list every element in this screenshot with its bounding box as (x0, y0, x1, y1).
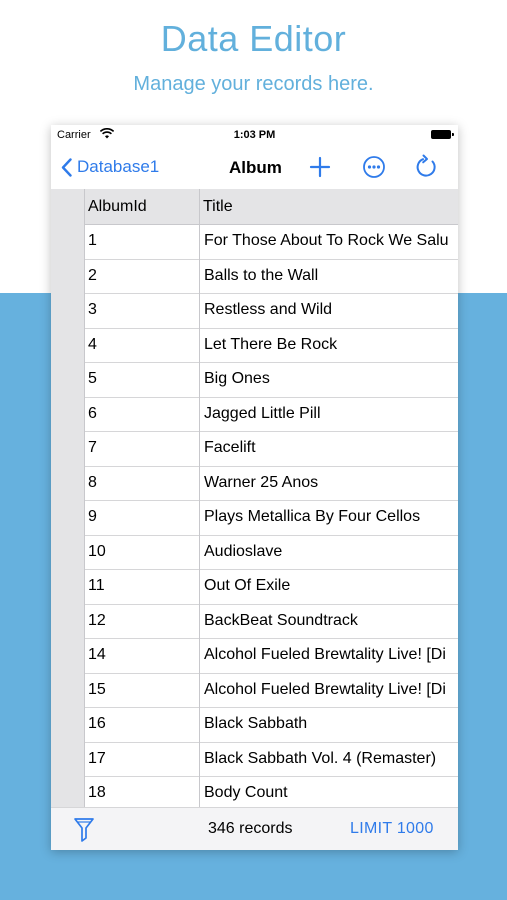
filter-button[interactable] (73, 817, 95, 848)
table-row[interactable]: 12 BackBeat Soundtrack (51, 603, 458, 639)
cell-title[interactable]: Let There Be Rock (204, 328, 458, 362)
plus-icon (309, 156, 331, 178)
table-row[interactable]: 4 Let There Be Rock (51, 327, 458, 363)
cell-title[interactable]: Body Count (204, 776, 458, 810)
table-row[interactable]: 17 Black Sabbath Vol. 4 (Remaster) (51, 741, 458, 777)
column-header-albumid[interactable]: AlbumId (88, 189, 147, 224)
row-selector[interactable] (51, 707, 84, 742)
cell-albumid[interactable]: 12 (88, 604, 198, 638)
add-button[interactable] (306, 153, 334, 181)
cell-title[interactable]: For Those About To Rock We Salu (204, 224, 458, 258)
table-row[interactable]: 7 Facelift (51, 431, 458, 467)
cell-title[interactable]: Big Ones (204, 362, 458, 396)
cell-title[interactable]: BackBeat Soundtrack (204, 604, 458, 638)
cell-title[interactable]: Jagged Little Pill (204, 397, 458, 431)
table-row[interactable]: 14 Alcohol Fueled Brewtality Live! [Di (51, 638, 458, 674)
cell-title[interactable]: Restless and Wild (204, 293, 458, 327)
cell-albumid[interactable]: 14 (88, 638, 198, 672)
table-row[interactable]: 6 Jagged Little Pill (51, 396, 458, 432)
row-selector[interactable] (51, 672, 84, 707)
cell-albumid[interactable]: 15 (88, 673, 198, 707)
record-count: 346 records (208, 820, 293, 837)
row-selector[interactable] (51, 500, 84, 535)
cell-title[interactable]: Black Sabbath Vol. 4 (Remaster) (204, 742, 458, 776)
row-selector[interactable] (51, 362, 84, 397)
cell-title[interactable]: Balls to the Wall (204, 259, 458, 293)
cell-title[interactable]: Alcohol Fueled Brewtality Live! [Di (204, 638, 458, 672)
row-selector[interactable] (51, 224, 84, 259)
filter-icon (74, 818, 94, 842)
table-row[interactable]: 16 Black Sabbath (51, 707, 458, 743)
table-row[interactable]: 3 Restless and Wild (51, 293, 458, 329)
row-selector[interactable] (51, 431, 84, 466)
cell-albumid[interactable]: 3 (88, 293, 198, 327)
status-bar: Carrier 1:03 PM (51, 125, 458, 145)
row-selector[interactable] (51, 465, 84, 500)
cell-albumid[interactable]: 4 (88, 328, 198, 362)
cell-albumid[interactable]: 6 (88, 397, 198, 431)
cell-albumid[interactable]: 1 (88, 224, 198, 258)
cell-albumid[interactable]: 11 (88, 569, 198, 603)
table-row[interactable]: 10 Audioslave (51, 534, 458, 570)
row-selector[interactable] (51, 396, 84, 431)
cell-albumid[interactable]: 9 (88, 500, 198, 534)
table-row[interactable]: 1 For Those About To Rock We Salu (51, 224, 458, 260)
back-button[interactable]: Database1 (61, 157, 159, 177)
promo-title: Data Editor (160, 18, 347, 59)
cell-title[interactable]: Audioslave (204, 535, 458, 569)
cell-title[interactable]: Alcohol Fueled Brewtality Live! [Di (204, 673, 458, 707)
column-header-title[interactable]: Title (203, 189, 233, 224)
row-selector[interactable] (51, 534, 84, 569)
table-row[interactable]: 2 Balls to the Wall (51, 258, 458, 294)
cell-albumid[interactable]: 2 (88, 259, 198, 293)
row-selector[interactable] (51, 776, 84, 811)
row-selector[interactable] (51, 569, 84, 604)
more-icon (363, 156, 385, 178)
cell-albumid[interactable]: 5 (88, 362, 198, 396)
cell-albumid[interactable]: 8 (88, 466, 198, 500)
chevron-left-icon (61, 157, 72, 177)
table-row[interactable]: 9 Plays Metallica By Four Cellos (51, 500, 458, 536)
cell-title[interactable]: Warner 25 Anos (204, 466, 458, 500)
column-divider (84, 189, 85, 811)
table-row[interactable]: 5 Big Ones (51, 362, 458, 398)
row-selector[interactable] (51, 638, 84, 673)
cell-albumid[interactable]: 10 (88, 535, 198, 569)
refresh-button[interactable] (413, 153, 441, 181)
nav-title: Album (229, 158, 282, 177)
refresh-icon (416, 154, 436, 177)
column-divider (199, 189, 200, 811)
battery-icon (431, 130, 454, 139)
table-row[interactable]: 11 Out Of Exile (51, 569, 458, 605)
cell-albumid[interactable]: 18 (88, 776, 198, 810)
cell-albumid[interactable]: 16 (88, 707, 198, 741)
cell-albumid[interactable]: 17 (88, 742, 198, 776)
table-header: AlbumId Title (51, 189, 458, 225)
cell-title[interactable]: Facelift (204, 431, 458, 465)
promo-subtitle: Manage your records here. (133, 73, 374, 95)
row-selector[interactable] (51, 258, 84, 293)
cell-title[interactable]: Plays Metallica By Four Cellos (204, 500, 458, 534)
navigation-bar: Database1 Album (51, 145, 458, 189)
limit-button[interactable]: LIMIT 1000 (350, 820, 434, 838)
cell-title[interactable]: Black Sabbath (204, 707, 458, 741)
cell-albumid[interactable]: 7 (88, 431, 198, 465)
row-selector[interactable] (51, 293, 84, 328)
more-button[interactable] (360, 153, 388, 181)
phone-screen: Carrier 1:03 PM Database1 Album AlbumId … (51, 125, 458, 850)
table-row[interactable]: 15 Alcohol Fueled Brewtality Live! [Di (51, 672, 458, 708)
cell-title[interactable]: Out Of Exile (204, 569, 458, 603)
row-selector[interactable] (51, 741, 84, 776)
back-button-label: Database1 (77, 157, 160, 176)
table-row[interactable]: 8 Warner 25 Anos (51, 465, 458, 501)
bottom-toolbar: 346 records LIMIT 1000 (51, 807, 458, 850)
status-time: 1:03 PM (233, 129, 276, 141)
row-selector[interactable] (51, 603, 84, 638)
row-selector[interactable] (51, 327, 84, 362)
